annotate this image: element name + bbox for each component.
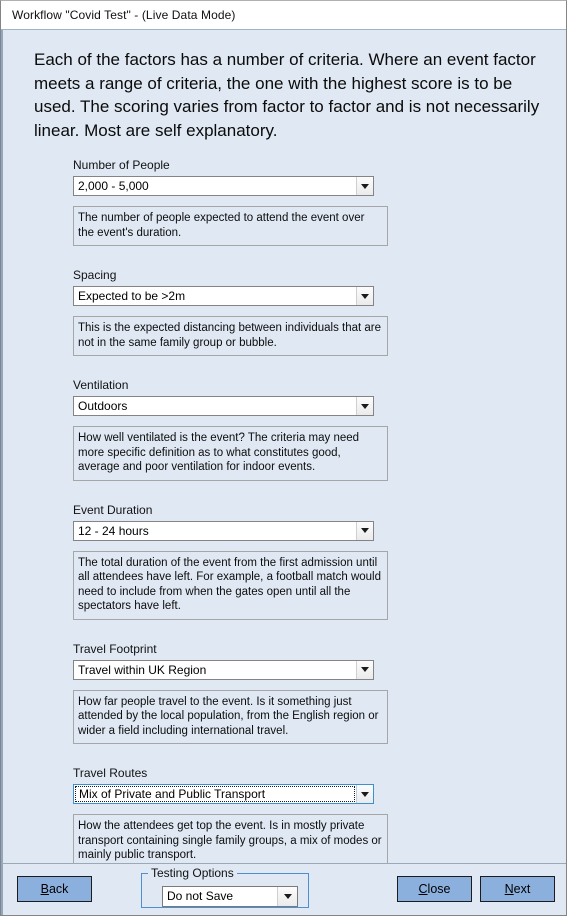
chevron-down-icon[interactable] [356,177,373,195]
description-travel-routes: How the attendees get top the event. Is … [73,814,388,863]
field-label-number-of-people: Number of People [73,158,170,172]
chevron-down-icon[interactable] [356,660,373,679]
field-group-ventilation: Ventilation Outdoors How well ventilated i… [73,378,566,503]
dialog-body: Each of the factors has a number of crit… [1,30,566,863]
testing-options-value: Do not Save [163,887,277,906]
field-group-travel-routes: Travel Routes Mix of Private and Public T… [73,766,566,863]
description-ventilation: How well ventilated is the event? The cr… [73,426,388,481]
dropdown-ventilation[interactable]: Outdoors [73,396,374,416]
field-label-spacing: Spacing [73,268,117,282]
field-group-event-duration: Event Duration 12 - 24 hours The total dur… [73,503,566,642]
next-button-label: Next [504,882,531,896]
field-label-event-duration: Event Duration [73,502,153,517]
close-button-label: Close [418,882,451,896]
testing-options-label: Testing Options [148,866,237,880]
field-label-ventilation: Ventilation [73,378,129,392]
dropdown-travel-routes[interactable]: Mix of Private and Public Transport [73,784,374,804]
intro-paragraph: Each of the factors has a number of crit… [34,50,540,140]
testing-options-dropdown[interactable]: Do not Save [162,886,298,907]
dropdown-value-event-duration: 12 - 24 hours [74,521,356,540]
close-button[interactable]: Close [397,876,472,902]
chevron-down-icon[interactable] [277,887,297,906]
description-number-of-people: The number of people expected to attend … [73,206,388,246]
description-spacing: This is the expected distancing between … [73,316,388,356]
dropdown-number-of-people[interactable]: 2,000 - 5,000 [73,176,374,196]
dropdown-value-ventilation: Outdoors [74,397,356,415]
dropdown-value-travel-routes: Mix of Private and Public Transport [75,786,355,802]
dropdown-travel-footprint[interactable]: Travel within UK Region [73,659,374,680]
chevron-down-icon[interactable] [356,287,373,305]
dropdown-value-spacing: Expected to be >2m [74,287,356,305]
factor-fields-list: Number of People 2,000 - 5,000 The number … [3,158,566,863]
field-label-travel-footprint: Travel Footprint [73,641,157,656]
field-label-travel-routes: Travel Routes [73,766,148,780]
dropdown-spacing[interactable]: Expected to be >2m [73,286,374,306]
window-title: Workflow "Covid Test" - (Live Data Mode) [12,8,236,22]
next-button[interactable]: Next [480,876,555,902]
back-button[interactable]: Back [17,876,92,902]
chevron-down-icon[interactable] [356,521,373,540]
description-travel-footprint: How far people travel to the event. Is i… [73,689,388,744]
field-group-number-of-people: Number of People 2,000 - 5,000 The number … [73,158,566,268]
field-group-travel-footprint: Travel Footprint Travel within UK Region H… [73,642,566,767]
description-event-duration: The total duration of the event from the… [73,550,388,620]
title-bar: Workflow "Covid Test" - (Live Data Mode) [1,1,566,30]
field-group-spacing: Spacing Expected to be >2m This is the exp… [73,268,566,378]
dropdown-event-duration[interactable]: 12 - 24 hours [73,520,374,541]
footer-bar: Back Testing Options Do not Save Close N… [1,864,566,915]
workflow-dialog-window: Workflow "Covid Test" - (Live Data Mode)… [0,0,567,916]
testing-options-group: Testing Options Do not Save [141,866,309,908]
dropdown-value-number-of-people: 2,000 - 5,000 [74,177,356,195]
back-button-label: Back [40,882,69,896]
chevron-down-icon[interactable] [356,397,373,415]
dropdown-value-travel-footprint: Travel within UK Region [74,660,356,679]
chevron-down-icon[interactable] [356,785,373,803]
